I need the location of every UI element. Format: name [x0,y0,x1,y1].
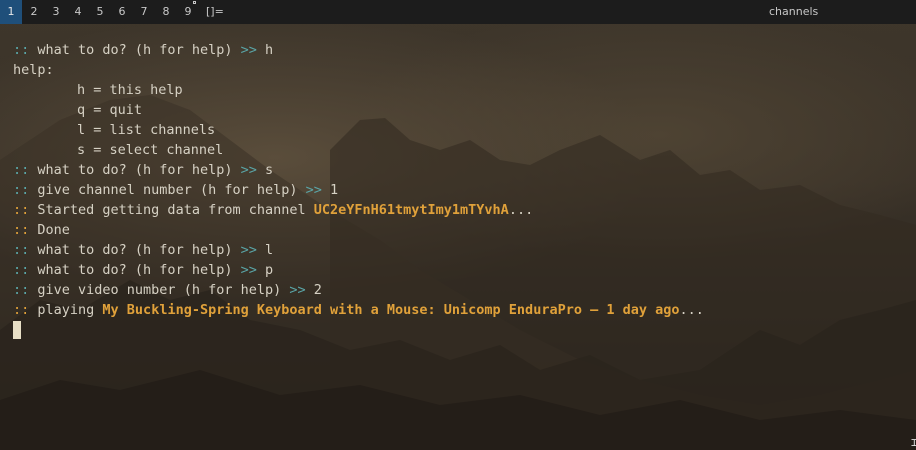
workspace-tag-2[interactable]: 2 [23,0,45,24]
workspace-tag-4[interactable]: 4 [67,0,89,24]
terminal-line: :: what to do? (h for help) >> l [13,242,274,258]
terminal-line: help: [13,62,54,78]
occupied-indicator-icon [193,1,196,4]
workspace-tag-7[interactable]: 7 [133,0,155,24]
terminal-line: :: give channel number (h for help) >> 1 [13,182,339,198]
terminal-line: s = select channel [77,142,224,158]
terminal-line: l = list channels [77,122,216,138]
workspace-tag-6[interactable]: 6 [111,0,133,24]
layout-symbol[interactable]: []= [206,0,224,24]
workspace-tag-8[interactable]: 8 [155,0,177,24]
window-title: channels [769,5,819,18]
terminal-line: :: what to do? (h for help) >> p [13,262,274,278]
resize-handle-icon[interactable]: ⌶ [911,437,916,449]
terminal-line: q = quit [77,102,143,118]
terminal-line: :: Done [13,222,70,238]
workspace-tag-3[interactable]: 3 [45,0,67,24]
text-cursor [13,321,21,339]
terminal-output[interactable]: :: what to do? (h for help) >> h help: h… [13,40,916,341]
terminal-line: :: what to do? (h for help) >> h [13,42,274,58]
video-title: My Buckling-Spring Keyboard with a Mouse… [102,302,680,318]
terminal-line: h = this help [77,82,183,98]
terminal-line: :: what to do? (h for help) >> s [13,162,274,178]
workspace-tag-5[interactable]: 5 [89,0,111,24]
desktop: 1 2 3 4 5 6 7 8 9 []= channels :: what t… [0,0,916,450]
terminal-line: :: Started getting data from channel UC2… [13,202,534,218]
terminal-line [13,321,916,341]
workspace-tag-9[interactable]: 9 [177,0,199,24]
channel-id: UC2eYFnH61tmytImy1mTYvhA [313,202,509,218]
workspace-tag-1[interactable]: 1 [0,0,22,24]
terminal-line: :: give video number (h for help) >> 2 [13,282,322,298]
terminal-line: :: playing My Buckling-Spring Keyboard w… [13,302,704,318]
status-bar: 1 2 3 4 5 6 7 8 9 []= channels [0,0,916,24]
